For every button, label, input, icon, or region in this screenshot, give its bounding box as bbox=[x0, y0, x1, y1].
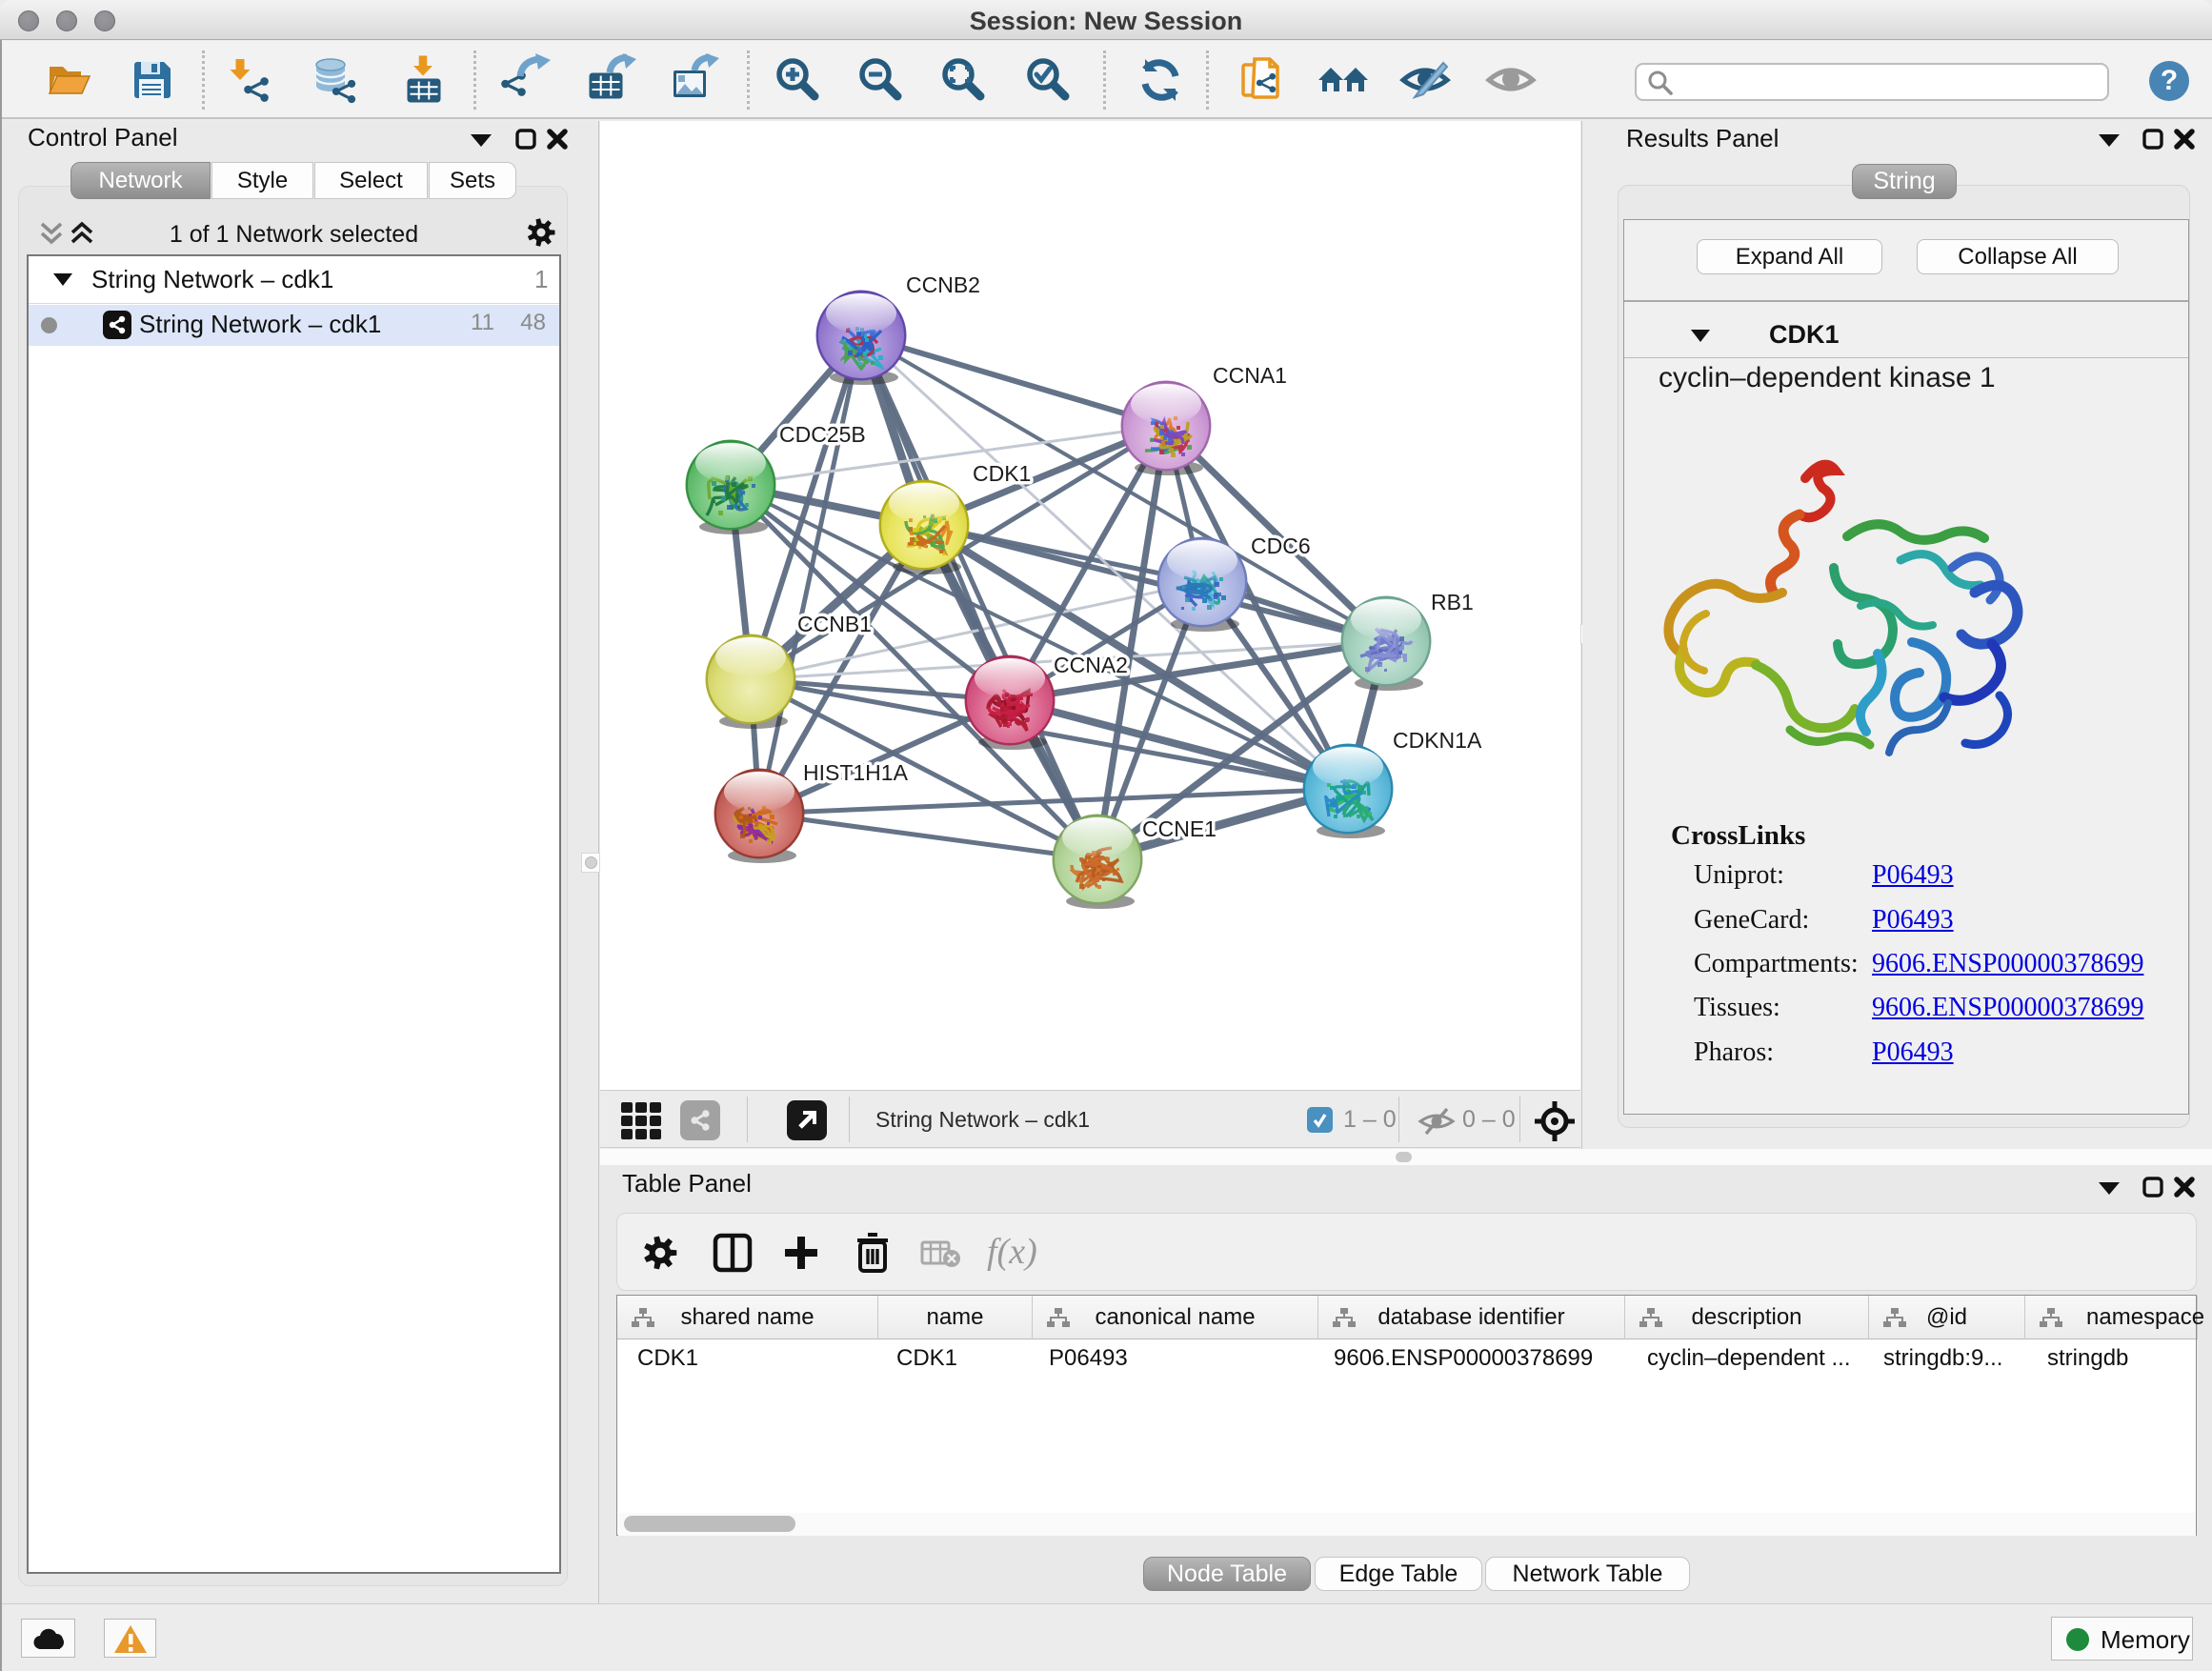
svg-text:CCNB1: CCNB1 bbox=[797, 612, 872, 636]
svg-text:CCNA1: CCNA1 bbox=[1213, 363, 1287, 388]
svg-text:CDC6: CDC6 bbox=[1251, 534, 1311, 558]
svg-text:CDC25B: CDC25B bbox=[779, 422, 866, 447]
svg-text:RB1: RB1 bbox=[1431, 590, 1474, 614]
svg-text:HIST1H1A: HIST1H1A bbox=[803, 760, 909, 785]
svg-text:CCNB2: CCNB2 bbox=[906, 272, 980, 297]
svg-text:CCNA2: CCNA2 bbox=[1054, 653, 1128, 677]
svg-text:CDKN1A: CDKN1A bbox=[1393, 728, 1482, 753]
svg-text:CDK1: CDK1 bbox=[973, 461, 1031, 486]
svg-text:CCNE1: CCNE1 bbox=[1142, 816, 1217, 841]
